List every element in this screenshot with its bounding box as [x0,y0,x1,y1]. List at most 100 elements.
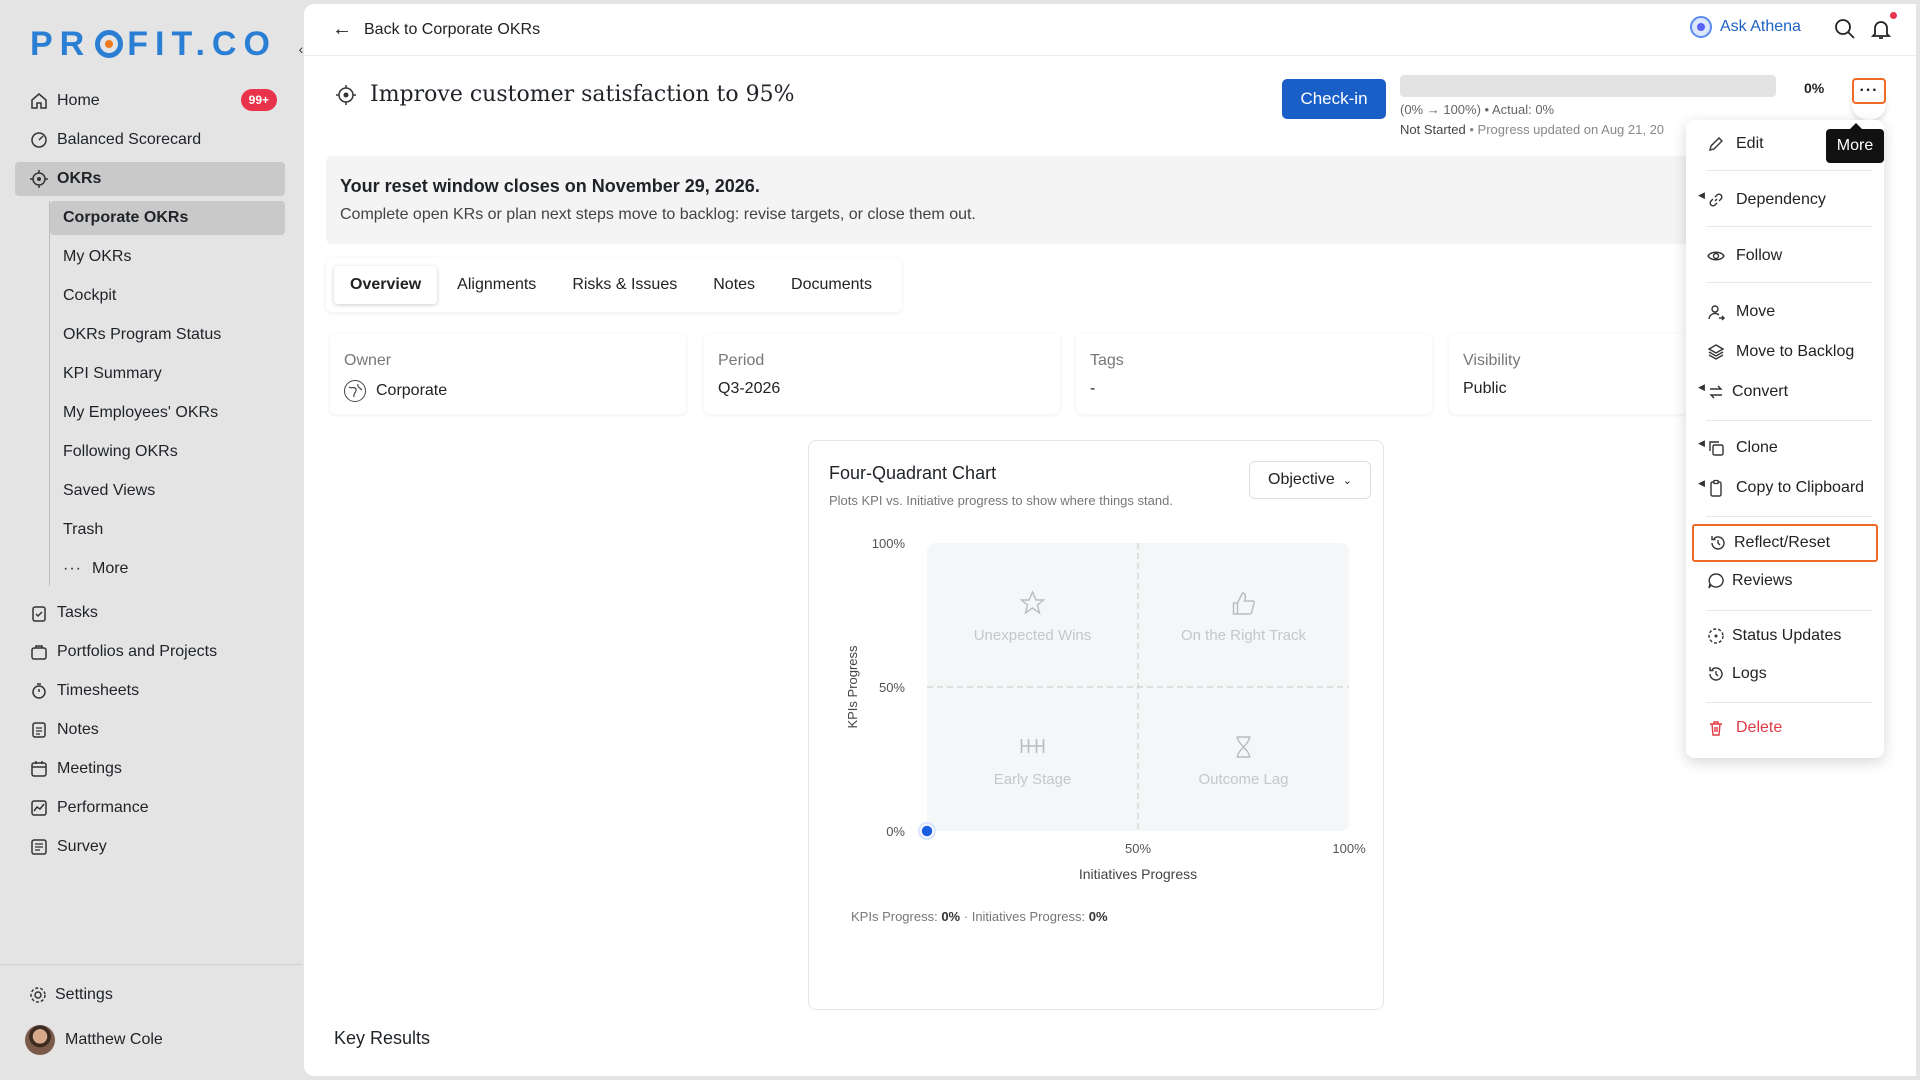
sidebar-item-more[interactable]: ··· More [50,552,285,586]
more-options-button[interactable]: ··· [1852,78,1886,104]
tab-notes[interactable]: Notes [697,266,771,304]
stopwatch-icon [29,681,49,701]
status-text: Not Started [1400,122,1466,137]
menu-item-label: Copy to Clipboard [1736,479,1865,496]
sidebar-item-settings[interactable]: Settings [29,986,113,1004]
x-tick-label: 100% [1332,841,1366,856]
menu-item-dependency[interactable]: Dependency [1706,186,1876,214]
tags-card: Tags - [1076,334,1432,414]
sidebar-item-balanced-scorecard[interactable]: Balanced Scorecard [15,123,285,157]
survey-icon [29,837,49,857]
menu-item-move-to-backlog[interactable]: Move to Backlog [1706,338,1876,366]
top-bar: ← Back to Corporate OKRs Ask Athena [304,4,1916,56]
menu-separator [1706,420,1872,421]
menu-item-copy-to-clipboard[interactable]: Copy to Clipboard [1706,474,1876,502]
back-link[interactable]: ← Back to Corporate OKRs [332,18,540,41]
clock-history-icon [1706,664,1726,684]
sidebar-item-survey[interactable]: Survey [15,830,285,864]
menu-item-label: Dependency [1736,191,1826,208]
kpi-progress-value: 0% [941,909,961,924]
sidebar-item-label: Settings [55,986,113,1003]
visibility-card: Visibility Public [1449,334,1689,414]
clipboard-icon [1706,478,1726,498]
sidebar-item-tasks[interactable]: Tasks [15,596,285,630]
menu-item-label: Follow [1736,247,1783,264]
sidebar-item-cockpit[interactable]: Cockpit [50,279,285,313]
sidebar-item-performance[interactable]: Performance [15,791,285,825]
menu-item-follow[interactable]: Follow [1706,242,1876,270]
check-in-button[interactable]: Check-in [1282,79,1386,119]
sidebar-item-following-okrs[interactable]: Following OKRs [50,435,285,469]
profit-co-logo[interactable]: PR FIT.CO [30,24,277,64]
quadrant-label-outcome-lag: Outcome Lag [1198,771,1288,788]
sidebar-item-trash[interactable]: Trash [50,513,285,547]
sidebar-item-kpi-summary[interactable]: KPI Summary [50,357,285,391]
menu-item-label: Convert [1732,383,1789,400]
objective-title: Improve customer satisfaction to 95% [336,82,795,107]
globe-icon [344,380,366,402]
menu-item-label: Clone [1736,439,1778,456]
scorecard-icon [29,130,49,150]
x-axis-label: Initiatives Progress [1079,866,1197,882]
owner-text: Corporate [376,382,448,399]
menu-item-reflect-reset[interactable]: Reflect/Reset [1692,524,1878,562]
key-results-heading: Key Results [334,1028,431,1048]
initiatives-progress-value: 0% [1088,909,1108,924]
menu-item-clone[interactable]: Clone [1706,434,1876,462]
menu-item-label: Reviews [1732,572,1793,589]
tab-documents[interactable]: Documents [775,266,888,304]
okrs-subnav: Corporate OKRs My OKRs Cockpit OKRs Prog… [49,201,285,586]
menu-separator [1706,702,1872,703]
menu-item-status-updates[interactable]: Status Updates [1706,622,1876,650]
pencil-icon [1706,134,1726,154]
sidebar-item-timesheets[interactable]: Timesheets [15,674,285,708]
banner-title: Your reset window closes on November 29,… [340,176,760,196]
progress-status: Not Started • Progress updated on Aug 21… [1400,122,1690,137]
sidebar-item-notes[interactable]: Notes [15,713,285,747]
sidebar-item-corporate-okrs[interactable]: Corporate OKRs [50,201,285,235]
tags-label: Tags [1090,352,1124,369]
menu-item-label: Edit [1736,135,1764,152]
sidebar-item-okrs-program-status[interactable]: OKRs Program Status [50,318,285,352]
notification-dot [1890,12,1897,19]
quadrant-label-unexpected-wins: Unexpected Wins [974,627,1092,644]
menu-item-delete[interactable]: Delete [1706,714,1876,742]
tab-risks-issues[interactable]: Risks & Issues [556,266,693,304]
user-profile[interactable]: Matthew Cole [25,1025,163,1055]
caret-left-icon: ◀ [1698,478,1705,488]
sidebar-item-meetings[interactable]: Meetings [15,752,285,786]
menu-item-logs[interactable]: Logs [1706,660,1876,688]
menu-item-label: Delete [1736,719,1783,736]
menu-separator [1706,282,1872,283]
menu-item-move[interactable]: Move [1706,298,1876,326]
x-tick-label: 50% [1125,841,1151,856]
menu-item-label: Logs [1732,665,1767,682]
sidebar-item-saved-views[interactable]: Saved Views [50,474,285,508]
menu-item-convert[interactable]: Convert [1706,378,1876,406]
sidebar-item-okrs[interactable]: OKRs [15,162,285,196]
user-name: Matthew Cole [65,1031,163,1048]
owner-label: Owner [344,352,392,369]
chart-footer: KPIs Progress: 0% · Initiatives Progress… [851,909,1108,924]
sidebar-item-my-okrs[interactable]: My OKRs [50,240,285,274]
user-move-icon [1706,302,1726,322]
main-panel: ← Back to Corporate OKRs Ask Athena Impr… [304,4,1916,1076]
ask-athena-button[interactable]: Ask Athena [1690,16,1801,38]
sidebar-item-portfolios[interactable]: Portfolios and Projects [15,635,285,669]
menu-separator [1706,170,1872,171]
sidebar-item-my-employees-okrs[interactable]: My Employees' OKRs [50,396,285,430]
more-tooltip: More [1826,123,1884,163]
layers-icon [1706,342,1726,362]
chart-type-select[interactable]: Objective ⌄ [1249,461,1371,499]
menu-separator [1706,610,1872,611]
tab-overview[interactable]: Overview [334,266,437,304]
bell-icon[interactable] [1870,18,1894,42]
menu-item-reviews[interactable]: Reviews [1706,567,1876,595]
notes-icon [29,720,49,740]
sidebar-item-home[interactable]: Home 99+ [15,84,285,118]
menu-item-label: Status Updates [1732,627,1842,644]
search-icon[interactable] [1834,18,1858,42]
tab-alignments[interactable]: Alignments [441,266,552,304]
calendar-icon [29,759,49,779]
owner-card: Owner Corporate [330,334,686,414]
